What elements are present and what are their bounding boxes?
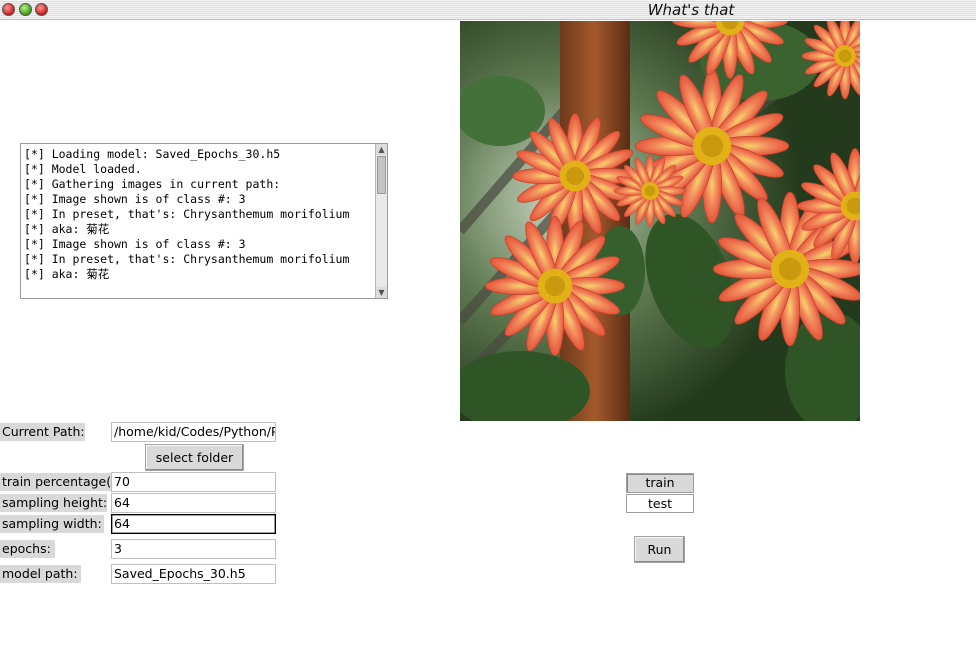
select-folder-button[interactable]: select folder bbox=[145, 444, 244, 471]
log-line: [*] aka: 菊花 bbox=[24, 267, 110, 281]
title-bar: What's that bbox=[0, 0, 976, 20]
train-percentage-field[interactable]: 70 bbox=[111, 472, 276, 492]
model-path-label: model path: bbox=[0, 565, 81, 583]
log-line: [*] Model loaded. bbox=[24, 162, 142, 176]
log-line: [*] Image shown is of class #: 3 bbox=[24, 237, 246, 251]
scroll-thumb[interactable] bbox=[377, 156, 386, 194]
scroll-up-arrow-icon[interactable]: ▲ bbox=[376, 144, 387, 155]
log-line: [*] Loading model: Saved_Epochs_30.h5 bbox=[24, 147, 281, 161]
sampling-height-field[interactable]: 64 bbox=[111, 493, 276, 513]
current-path-field[interactable]: /home/kid/Codes/Python/Py bbox=[111, 422, 276, 442]
log-line: [*] aka: 菊花 bbox=[24, 222, 110, 236]
train-mode-toggle[interactable]: train bbox=[626, 473, 694, 493]
model-path-field[interactable]: Saved_Epochs_30.h5 bbox=[111, 564, 276, 584]
log-console[interactable]: [*] Loading model: Saved_Epochs_30.h5 [*]… bbox=[20, 143, 388, 299]
flower-image bbox=[460, 21, 860, 421]
log-line: [*] Image shown is of class #: 3 bbox=[24, 192, 246, 206]
current-path-label: Current Path: bbox=[0, 423, 85, 441]
test-mode-toggle[interactable]: test bbox=[626, 494, 694, 513]
window-title: What's that bbox=[647, 1, 735, 19]
log-line: [*] Gathering images in current path: bbox=[24, 177, 281, 191]
sampling-width-field[interactable]: 64 bbox=[111, 514, 276, 534]
train-percentage-label: train percentage(% bbox=[0, 473, 111, 491]
epochs-label: epochs: bbox=[0, 540, 55, 558]
log-line: [*] In preset, that's: Chrysanthemum mor… bbox=[24, 252, 350, 266]
title-container: What's that bbox=[0, 0, 976, 20]
run-button[interactable]: Run bbox=[634, 536, 685, 563]
scroll-down-arrow-icon[interactable]: ▼ bbox=[376, 287, 387, 298]
sampling-width-label: sampling width: bbox=[0, 515, 104, 533]
sampling-height-label: sampling height: bbox=[0, 494, 107, 512]
epochs-field[interactable]: 3 bbox=[111, 539, 276, 559]
log-line: [*] In preset, that's: Chrysanthemum mor… bbox=[24, 207, 350, 221]
preview-image bbox=[460, 21, 860, 421]
log-scrollbar[interactable]: ▲ ▼ bbox=[375, 144, 387, 298]
log-text: [*] Loading model: Saved_Epochs_30.h5 [*]… bbox=[24, 147, 373, 296]
